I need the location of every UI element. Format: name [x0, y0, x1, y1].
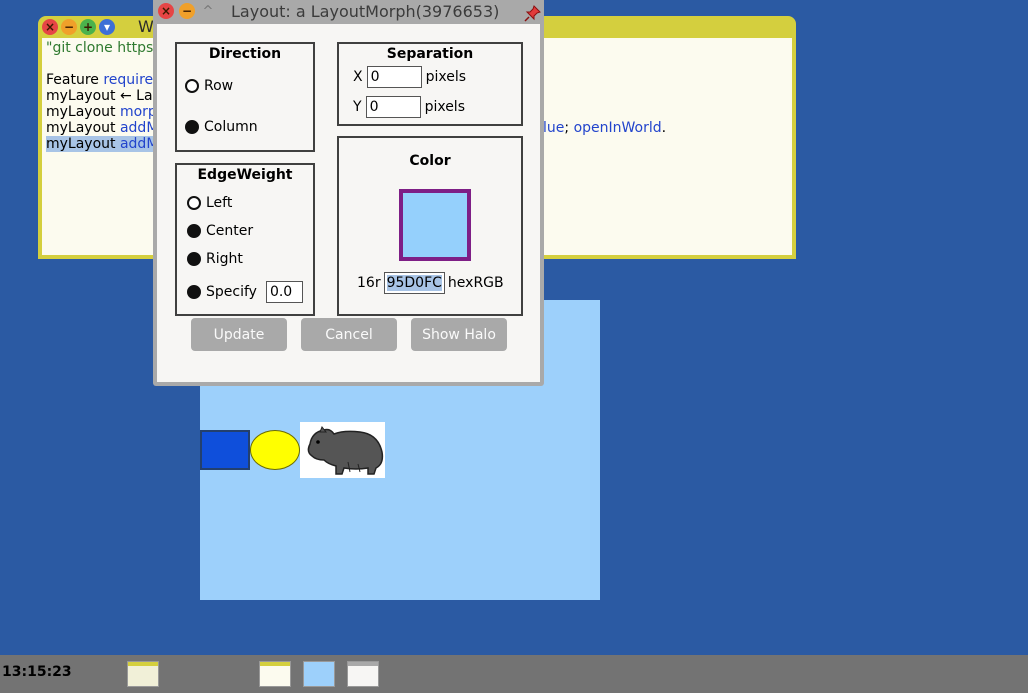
separation-panel: Separation X 0 pixels Y 0 pixels — [337, 42, 523, 126]
radio-right[interactable] — [187, 252, 201, 266]
edge-specify-input[interactable]: 0.0 — [265, 281, 303, 303]
color-prefix: 16r — [357, 275, 381, 291]
color-hex-value: 95D0FC — [386, 275, 442, 291]
edge-left-label: Left — [206, 195, 233, 211]
workspace-title: W — [138, 17, 154, 36]
expand-icon[interactable]: + — [80, 19, 96, 35]
separation-title: Separation — [386, 46, 474, 62]
update-button[interactable]: Update — [191, 318, 287, 351]
color-title: Color — [409, 153, 451, 169]
close-icon[interactable]: × — [42, 19, 58, 35]
separation-y-label: Y — [353, 99, 362, 115]
color-panel: Color 16r 95D0FC hexRGB — [337, 136, 523, 316]
capybara-image-morph[interactable] — [300, 422, 385, 478]
color-hex-row: 16r 95D0FC hexRGB — [357, 272, 504, 294]
cancel-button[interactable]: Cancel — [301, 318, 397, 351]
code-token: require — [103, 72, 154, 88]
color-suffix: hexRGB — [447, 275, 504, 291]
taskbar-thumb-window[interactable] — [259, 661, 291, 687]
taskbar-thumb-dialog[interactable] — [347, 661, 379, 687]
edge-center-option[interactable]: Center — [187, 223, 253, 239]
direction-column-option[interactable]: Column — [185, 119, 258, 135]
taskbar-thumb-workspace[interactable] — [127, 661, 159, 687]
separation-x-unit: pixels — [425, 69, 467, 85]
taskbar-thumb-layout-morph[interactable] — [303, 661, 335, 687]
edge-specify-option[interactable]: Specify 0.0 — [187, 281, 303, 303]
direction-row-option[interactable]: Row — [185, 78, 233, 94]
close-icon[interactable]: × — [158, 3, 174, 19]
edge-right-option[interactable]: Right — [187, 251, 243, 267]
code-token: myLayout — [46, 104, 120, 120]
yellow-ellipse-morph[interactable] — [250, 430, 300, 470]
capybara-icon — [307, 426, 384, 475]
separation-y-input[interactable]: 0 — [365, 96, 421, 118]
color-swatch[interactable] — [399, 189, 471, 261]
collapse-icon[interactable]: − — [61, 19, 77, 35]
code-token: myLayout — [46, 120, 120, 136]
clock: 13:15:23 — [2, 664, 72, 680]
code-token: morp — [119, 104, 157, 120]
separation-y-unit: pixels — [424, 99, 465, 115]
separation-y-row: Y 0 pixels — [353, 96, 465, 118]
radio-column[interactable] — [185, 120, 199, 134]
blue-rectangle-morph[interactable] — [200, 430, 250, 470]
separation-x-row: X 0 pixels — [353, 66, 466, 88]
edge-right-label: Right — [206, 251, 243, 267]
code-token: openInWorld — [573, 120, 662, 136]
separation-x-input[interactable]: 0 — [366, 66, 422, 88]
dialog-title: Layout: a LayoutMorph(3976653) — [231, 2, 500, 21]
radio-center[interactable] — [187, 224, 201, 238]
radio-left[interactable] — [187, 196, 201, 210]
layout-dialog[interactable]: × − ^ Layout: a LayoutMorph(3976653) Dir… — [153, 0, 544, 386]
code-token: . — [661, 120, 667, 136]
direction-row-label: Row — [204, 78, 234, 94]
code-token: myLayout ← Lay — [46, 88, 161, 104]
edge-specify-label: Specify — [206, 284, 257, 300]
edge-center-label: Center — [206, 223, 254, 239]
edge-left-option[interactable]: Left — [187, 195, 232, 211]
direction-title: Direction — [208, 46, 282, 62]
pin-icon[interactable] — [524, 4, 542, 22]
dialog-title-bar[interactable]: × − ^ Layout: a LayoutMorph(3976653) — [153, 0, 544, 24]
chevron-up-icon[interactable]: ^ — [200, 3, 216, 19]
separation-x-label: X — [353, 69, 363, 85]
code-token: "git clone https: — [46, 40, 158, 56]
code-token: Feature — [46, 72, 104, 88]
collapse-icon[interactable]: − — [179, 3, 195, 19]
direction-column-label: Column — [204, 119, 258, 135]
radio-specify[interactable] — [187, 285, 201, 299]
edge-weight-panel: EdgeWeight Left Center Right Specify 0.0 — [175, 163, 315, 316]
code-line-tail: lue; openInWorld. — [543, 120, 666, 136]
direction-panel: Direction Row Column — [175, 42, 315, 152]
edge-weight-title: EdgeWeight — [197, 167, 293, 183]
color-hex-input[interactable]: 95D0FC — [383, 272, 445, 294]
show-halo-button[interactable]: Show Halo — [411, 318, 507, 351]
code-token: ; — [564, 120, 574, 136]
code-token: lue — [543, 120, 565, 136]
radio-row[interactable] — [185, 79, 199, 93]
code-token: myLayout — [46, 136, 120, 152]
menu-icon[interactable]: ▾ — [99, 19, 115, 35]
taskbar: 13:15:23 — [0, 655, 1028, 693]
